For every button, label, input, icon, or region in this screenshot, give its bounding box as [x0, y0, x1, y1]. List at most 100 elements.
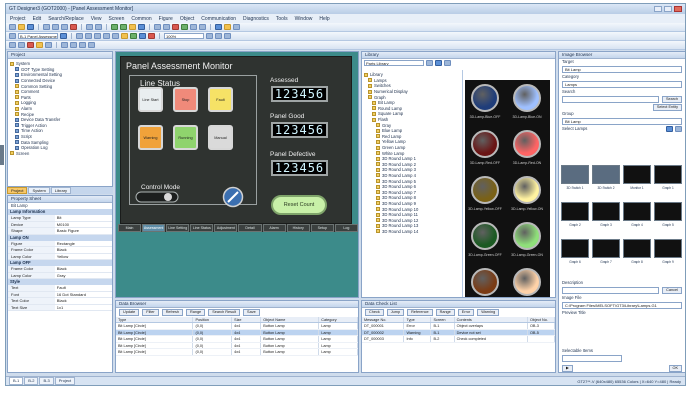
column-header[interactable]: Category [319, 317, 358, 322]
column-header[interactable]: Type [116, 317, 194, 322]
image-icon[interactable] [224, 24, 231, 30]
image-thumbnail[interactable] [561, 202, 589, 221]
hmi-status-button[interactable]: Warning [138, 125, 163, 150]
project-tab[interactable]: System [28, 187, 50, 194]
fill-color-icon[interactable] [36, 42, 43, 48]
snap-icon[interactable] [163, 24, 170, 30]
property-value[interactable]: Yellow [55, 254, 112, 260]
bold-icon[interactable] [18, 42, 25, 48]
ok-button[interactable]: OK [668, 365, 682, 372]
table-toolbar-button[interactable]: Range [435, 309, 455, 316]
preview-field[interactable] [562, 355, 622, 362]
circle-icon[interactable] [103, 33, 110, 39]
property-value[interactable]: Basic Figure [55, 228, 112, 234]
new-icon[interactable] [9, 24, 16, 30]
hmi-status-button[interactable]: Manual [208, 125, 233, 150]
property-value[interactable]: Black [55, 247, 112, 253]
lamp-part[interactable] [471, 268, 499, 296]
description-field[interactable] [562, 287, 660, 294]
numerical-display-icon[interactable] [139, 33, 146, 39]
menu-item[interactable]: Tools [276, 16, 288, 22]
menu-item[interactable]: Communication [201, 16, 236, 22]
hmi-screen-tab[interactable]: Setup [310, 224, 334, 232]
menu-item[interactable]: Help [319, 16, 329, 22]
zoom-select[interactable]: 100% [164, 33, 204, 39]
text-icon[interactable] [112, 33, 119, 39]
image-file-path[interactable]: C:\Program Files\MELSOFT\GT3\Library\Lam… [562, 302, 682, 309]
menu-item[interactable]: Screen [109, 16, 125, 22]
hmi-screen-tab[interactable]: Assessment [142, 224, 166, 232]
data-check-icon[interactable] [138, 24, 145, 30]
control-mode-toggle[interactable] [135, 191, 179, 203]
detail-view-icon[interactable] [675, 126, 682, 132]
property-value[interactable]: Fault [55, 285, 112, 291]
lamp-part[interactable] [513, 268, 541, 296]
table-toolbar-button[interactable]: Refresh [161, 309, 183, 316]
project-tab[interactable]: Library [50, 187, 72, 194]
table-toolbar-button[interactable]: Warning [477, 309, 500, 316]
delete-icon[interactable] [70, 24, 77, 30]
line-icon[interactable] [85, 33, 92, 39]
menu-item[interactable]: Object [180, 16, 194, 22]
property-value[interactable]: 16 Dot Standard [55, 292, 112, 298]
project-tab[interactable]: Project [7, 187, 28, 194]
close-button[interactable] [674, 6, 682, 12]
status-tab[interactable]: B-1 [9, 377, 24, 385]
table-toolbar-button[interactable]: Error [457, 309, 475, 316]
lamp-object-icon[interactable] [130, 33, 137, 39]
align-right-icon[interactable] [224, 33, 231, 39]
column-header[interactable]: Size [232, 317, 262, 322]
status-tab[interactable]: B-3 [39, 377, 54, 385]
search-icon[interactable] [426, 60, 433, 66]
hmi-screen-tab[interactable]: Main [118, 224, 142, 232]
copy-icon[interactable] [52, 24, 59, 30]
ungroup-icon[interactable] [70, 42, 77, 48]
apply-button[interactable]: ▶ [562, 365, 573, 372]
hmi-screen-tab[interactable]: Line Setting [166, 224, 190, 232]
table-toolbar-button[interactable]: Save [243, 309, 260, 316]
undo-icon[interactable] [86, 24, 93, 30]
search-button[interactable]: Search [661, 96, 682, 103]
read-from-got-icon[interactable] [120, 24, 127, 30]
minimize-button[interactable] [654, 6, 662, 12]
table-toolbar-button[interactable]: Reference [407, 309, 433, 316]
help-icon[interactable] [233, 24, 240, 30]
paste-icon[interactable] [61, 24, 68, 30]
image-thumbnail[interactable] [592, 239, 620, 258]
table-toolbar-button[interactable]: Jump [386, 309, 405, 316]
grid-icon[interactable] [154, 24, 161, 30]
redo-icon[interactable] [95, 24, 102, 30]
library-search-select[interactable]: Parts Library [364, 60, 424, 66]
list-view-icon[interactable] [435, 60, 442, 66]
column-header[interactable]: Object Name [261, 317, 320, 322]
cut-icon[interactable] [43, 24, 50, 30]
screen-select[interactable]: B-1 Panel Assessment Monitor [18, 33, 58, 39]
open-folder-icon[interactable] [18, 24, 25, 30]
image-thumbnail[interactable] [592, 165, 620, 184]
alarm-object-icon[interactable] [148, 33, 155, 39]
screen-switch-icon[interactable] [60, 33, 67, 39]
switch-object-icon[interactable] [121, 33, 128, 39]
thumbnail-view-icon[interactable] [666, 126, 673, 132]
category-select[interactable]: Lamps [562, 81, 682, 88]
property-value[interactable]: Bit [55, 215, 112, 221]
simulator-icon[interactable] [129, 24, 136, 30]
lamp-part[interactable] [471, 222, 499, 250]
image-thumbnail[interactable] [654, 165, 682, 184]
text-color-icon[interactable] [27, 42, 34, 48]
table-toolbar-button[interactable]: Range [185, 309, 206, 316]
target-select[interactable]: Bit Lamp [562, 66, 682, 73]
menu-item[interactable]: Search/Replace [48, 16, 84, 22]
group-select[interactable]: Bit Lamp [562, 118, 682, 125]
lamp-part[interactable] [471, 176, 499, 204]
icon-view-icon[interactable] [444, 60, 451, 66]
image-thumbnail[interactable] [654, 202, 682, 221]
image-thumbnail[interactable] [561, 165, 589, 184]
library-icon[interactable] [215, 24, 222, 30]
rectangle-icon[interactable] [94, 33, 101, 39]
image-thumbnail[interactable] [623, 239, 651, 258]
table-toolbar-button[interactable]: Search Result [208, 309, 241, 316]
play-icon[interactable] [181, 24, 188, 30]
font-icon[interactable] [9, 42, 16, 48]
line-style-icon[interactable] [45, 42, 52, 48]
